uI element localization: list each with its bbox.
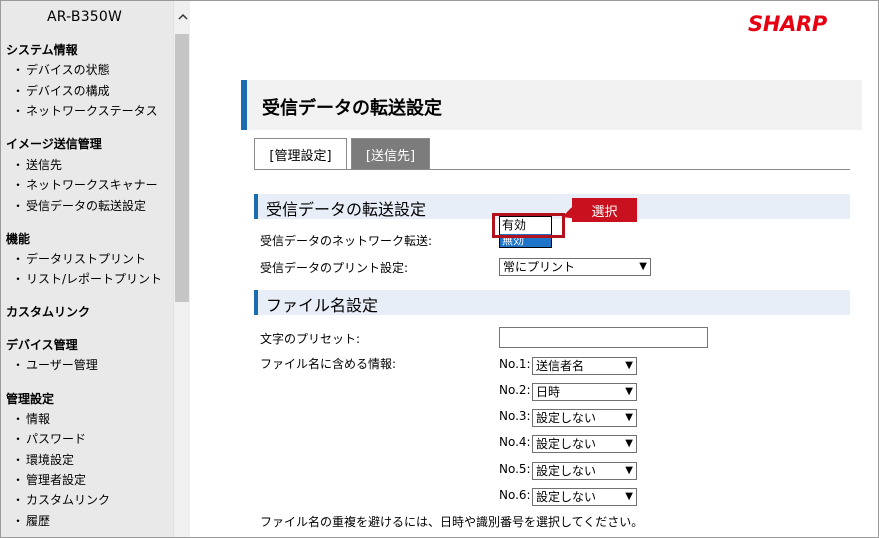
nav-group-image-send[interactable]: イメージ送信管理 <box>6 135 102 152</box>
page-title: 受信データの転送設定 <box>262 98 442 119</box>
chevron-up-icon[interactable] <box>174 1 191 31</box>
section-title: ファイル名設定 <box>266 296 379 315</box>
nav-item-custom-link[interactable]: ・カスタムリンク <box>12 491 110 508</box>
sidebar: AR-B350W システム情報 ・デバイスの状態 ・デバイスの構成 ・ネットワー… <box>1 1 173 537</box>
nav-item-network-status[interactable]: ・ネットワークステータス <box>12 102 158 119</box>
nav-item-inbound-routing[interactable]: ・受信データの転送設定 <box>12 197 146 214</box>
chevron-down-icon: ▼ <box>625 386 633 397</box>
scroll-thumb[interactable] <box>175 34 189 302</box>
field-no-label: No.5: <box>499 462 531 476</box>
network-forward-label: 受信データのネットワーク転送: <box>260 234 433 248</box>
field-no-label: No.1: <box>499 357 531 371</box>
nav-item-user-management[interactable]: ・ユーザー管理 <box>12 356 98 373</box>
page-title-bar: 受信データの転送設定 <box>241 80 862 130</box>
nav-item-data-list-print[interactable]: ・データリストプリント <box>12 250 146 267</box>
nav-item-destination[interactable]: ・送信先 <box>12 156 62 173</box>
nav-item-password[interactable]: ・パスワード <box>12 430 86 447</box>
nav-item-info[interactable]: ・情報 <box>12 410 50 427</box>
field-no-label: No.4: <box>499 435 531 449</box>
chevron-down-icon: ▼ <box>625 491 633 502</box>
sharp-logo: SHARP <box>748 12 828 36</box>
tab-admin-settings[interactable]: [管理設定] <box>254 138 347 169</box>
nav-item-history[interactable]: ・履歴 <box>12 512 50 529</box>
print-setting-label: 受信データのプリント設定: <box>260 261 409 275</box>
nav-item-environment[interactable]: ・環境設定 <box>12 451 74 468</box>
field-select-2[interactable]: 日時 ▼ <box>532 383 637 401</box>
nav-group-system-info[interactable]: システム情報 <box>6 41 78 58</box>
section-file-name: ファイル名設定 <box>254 290 850 315</box>
nav-item-network-scanner[interactable]: ・ネットワークスキャナー <box>12 176 158 193</box>
preset-label: 文字のプリセット: <box>260 332 361 346</box>
nav-item-list-report-print[interactable]: ・リスト/レポートプリント <box>12 270 162 287</box>
select-callout: 選択 <box>572 198 637 222</box>
field-select-1[interactable]: 送信者名 ▼ <box>532 357 637 375</box>
tab-divider <box>254 169 850 170</box>
field-no-label: No.6: <box>499 488 531 502</box>
field-select-6[interactable]: 設定しない ▼ <box>532 488 637 506</box>
model-name: AR-B350W <box>47 9 123 25</box>
chevron-down-icon: ▼ <box>625 438 633 449</box>
field-no-label: No.3: <box>499 409 531 423</box>
highlight-box <box>492 213 565 238</box>
print-setting-select[interactable]: 常にプリント ▼ <box>499 258 651 276</box>
chevron-down-icon: ▼ <box>625 360 633 371</box>
field-no-label: No.2: <box>499 383 531 397</box>
nav-group-functions[interactable]: 機能 <box>6 230 30 247</box>
chevron-down-icon: ▼ <box>639 261 647 272</box>
nav-item-admin-config[interactable]: ・管理者設定 <box>12 471 86 488</box>
sidebar-scrollbar[interactable] <box>173 1 190 537</box>
section-title: 受信データの転送設定 <box>266 200 427 219</box>
field-select-4[interactable]: 設定しない ▼ <box>532 435 637 453</box>
chevron-down-icon: ▼ <box>625 465 633 476</box>
field-select-5[interactable]: 設定しない ▼ <box>532 462 637 480</box>
chevron-down-icon: ▼ <box>625 412 633 423</box>
nav-item-device-status[interactable]: ・デバイスの状態 <box>12 61 110 78</box>
nav-group-admin-settings[interactable]: 管理設定 <box>6 390 54 407</box>
nav-group-device-management[interactable]: デバイス管理 <box>6 336 78 353</box>
preset-input[interactable] <box>499 327 708 348</box>
file-name-note: ファイル名の重複を避けるには、日時や識別番号を選択してください。 <box>260 515 644 529</box>
nav-item-device-config[interactable]: ・デバイスの構成 <box>12 82 110 99</box>
include-info-label: ファイル名に含める情報: <box>260 357 397 371</box>
nav-group-custom-link[interactable]: カスタムリンク <box>6 303 90 320</box>
tab-destination[interactable]: [送信先] <box>351 138 430 169</box>
field-select-3[interactable]: 設定しない ▼ <box>532 409 637 427</box>
